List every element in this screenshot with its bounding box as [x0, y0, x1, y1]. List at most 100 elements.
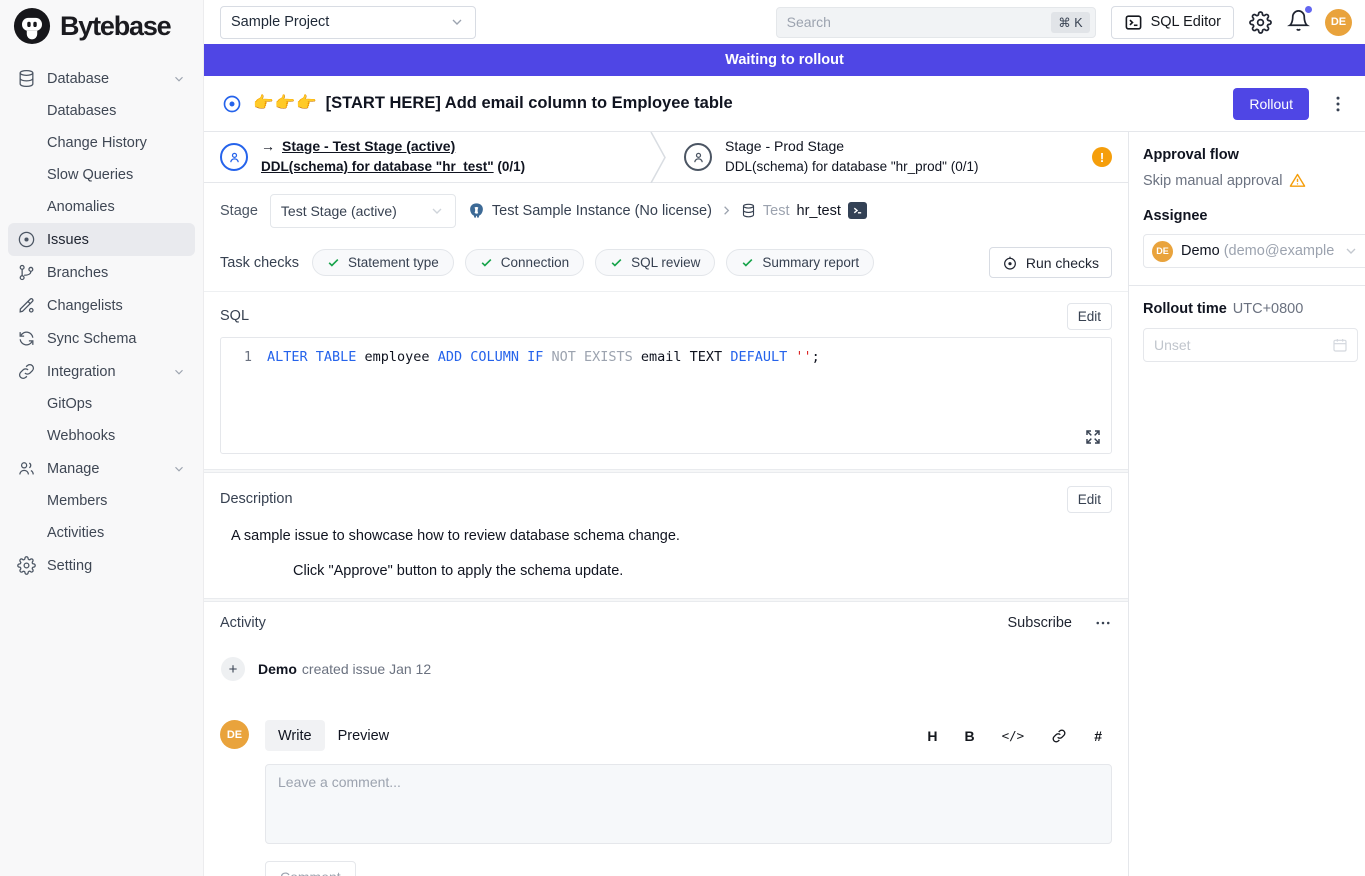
code-format-icon[interactable]: </>	[1002, 728, 1025, 743]
stage-dropdown[interactable]: Test Stage (active)	[270, 194, 456, 228]
hash-format-icon[interactable]: #	[1094, 728, 1102, 744]
rollout-button[interactable]: Rollout	[1233, 88, 1309, 120]
environment-label: Test	[763, 203, 790, 219]
sql-editor-button[interactable]: SQL Editor	[1111, 6, 1234, 39]
rollout-time-text: Rollout time	[1143, 301, 1227, 317]
sidebar-item-slow-queries[interactable]: Slow Queries	[8, 159, 195, 191]
comment-submit-button[interactable]: Comment	[265, 861, 356, 876]
person-icon	[684, 143, 712, 171]
comment-textarea[interactable]	[278, 774, 1099, 834]
warning-triangle-icon	[1289, 172, 1306, 189]
chevron-down-icon	[172, 462, 186, 476]
calendar-icon	[1332, 337, 1348, 353]
sidebar-item-label: Databases	[47, 103, 116, 119]
search-box[interactable]: ⌘ K	[776, 7, 1096, 38]
sidebar-item-database[interactable]: Database	[8, 62, 195, 95]
sync-icon	[17, 329, 36, 348]
assignee-email: (demo@example	[1224, 243, 1335, 259]
sidebar-item-activities[interactable]: Activities	[8, 517, 195, 549]
sidebar-nav: Database Databases Change History Slow Q…	[0, 52, 203, 582]
activity-author: Demo	[258, 661, 297, 677]
stage-separator	[650, 132, 668, 182]
sidebar-item-label: GitOps	[47, 396, 92, 412]
terminal-icon	[1124, 13, 1143, 32]
sql-edit-button[interactable]: Edit	[1067, 303, 1112, 330]
check-pill-connection[interactable]: Connection	[465, 249, 584, 276]
link-format-icon[interactable]	[1051, 728, 1067, 744]
sidebar-item-label: Anomalies	[47, 199, 115, 215]
sidebar-item-label: Issues	[47, 232, 89, 248]
sql-heading: SQL	[220, 308, 249, 324]
stage-select-bar: Stage Test Stage (active) Test Sample In…	[204, 183, 1128, 238]
run-checks-button[interactable]: Run checks	[989, 247, 1112, 278]
assignee-selector[interactable]: DE Demo (demo@example	[1143, 234, 1365, 268]
issue-header: 👉👉👉 [START HERE] Add email column to Emp…	[204, 76, 1365, 132]
assignee-avatar: DE	[1152, 241, 1173, 262]
tab-write[interactable]: Write	[265, 720, 325, 751]
approval-flow-value: Skip manual approval	[1143, 172, 1365, 189]
issue-status-icon	[222, 94, 242, 114]
assignee-label: Assignee	[1143, 208, 1365, 224]
user-avatar: DE	[220, 720, 249, 749]
sidebar-item-issues[interactable]: Issues	[8, 223, 195, 256]
description-edit-button[interactable]: Edit	[1067, 486, 1112, 513]
sidebar-item-branches[interactable]: Branches	[8, 256, 195, 289]
stage-card-prod[interactable]: Stage - Prod Stage DDL(schema) for datab…	[668, 132, 1128, 182]
stage-card-test[interactable]: → Stage - Test Stage (active) DDL(schema…	[204, 132, 650, 182]
heading-format-icon[interactable]: H	[927, 728, 937, 744]
sidebar-item-manage[interactable]: Manage	[8, 452, 195, 485]
sidebar-item-gitops[interactable]: GitOps	[8, 388, 195, 420]
comment-input-box	[265, 764, 1112, 844]
sidebar-item-databases[interactable]: Databases	[8, 95, 195, 127]
ellipsis-menu-icon[interactable]	[1094, 614, 1112, 632]
search-input[interactable]	[787, 14, 1052, 30]
subscribe-button[interactable]: Subscribe	[1008, 615, 1072, 631]
sidebar-item-setting[interactable]: Setting	[8, 549, 195, 582]
sidebar-item-anomalies[interactable]: Anomalies	[8, 191, 195, 223]
rollout-time-input[interactable]	[1143, 328, 1358, 362]
assignee-name: Demo	[1181, 243, 1220, 259]
topbar-actions: ⌘ K SQL Editor DE	[776, 6, 1352, 39]
check-pill-statement-type[interactable]: Statement type	[312, 249, 454, 276]
content-row: → Stage - Test Stage (active) DDL(schema…	[204, 132, 1365, 876]
sql-editor[interactable]: 1 ALTER TABLE employee ADD COLUMN IF NOT…	[220, 337, 1112, 454]
stage-dropdown-value: Test Stage (active)	[281, 203, 397, 219]
rollout-time-field[interactable]	[1154, 337, 1332, 353]
database-link[interactable]: hr_test	[797, 203, 841, 219]
stage-prod-count: (0/1)	[951, 159, 979, 174]
topbar: Sample Project ⌘ K SQL Editor	[204, 0, 1365, 44]
open-sql-editor-icon[interactable]	[848, 202, 867, 219]
expand-fullscreen-icon[interactable]	[1085, 429, 1101, 445]
notifications[interactable]	[1287, 9, 1310, 35]
content-main: → Stage - Test Stage (active) DDL(schema…	[204, 132, 1128, 876]
search-shortcut-badge: ⌘ K	[1051, 12, 1089, 33]
sidebar-item-change-history[interactable]: Change History	[8, 127, 195, 159]
check-icon	[480, 256, 493, 269]
bold-format-icon[interactable]: B	[965, 728, 975, 744]
kebab-menu-icon[interactable]	[1328, 94, 1348, 114]
sidebar-item-changelists[interactable]: Changelists	[8, 289, 195, 322]
status-banner: Waiting to rollout	[204, 44, 1365, 76]
bytebase-logo[interactable]: Bytebase	[0, 0, 203, 52]
sidebar-item-integration[interactable]: Integration	[8, 355, 195, 388]
attention-badge: !	[1092, 147, 1112, 167]
sidebar-item-label: Slow Queries	[47, 167, 133, 183]
brand-name: Bytebase	[60, 11, 170, 42]
settings-gear-icon[interactable]	[1249, 11, 1272, 34]
sidebar-item-label: Change History	[47, 135, 147, 151]
sidebar-item-sync-schema[interactable]: Sync Schema	[8, 322, 195, 355]
description-line-2: Click "Approve" button to apply the sche…	[293, 563, 1112, 579]
stage-strip: → Stage - Test Stage (active) DDL(schema…	[204, 132, 1128, 183]
check-pill-sql-review[interactable]: SQL review	[595, 249, 715, 276]
activity-section: Activity Subscribe + Democreated issue J…	[204, 602, 1128, 876]
stage-label: Stage	[220, 203, 258, 219]
tab-preview[interactable]: Preview	[325, 720, 403, 751]
sidebar-item-label: Integration	[47, 364, 116, 380]
check-pill-summary-report[interactable]: Summary report	[726, 249, 874, 276]
user-avatar[interactable]: DE	[1325, 9, 1352, 36]
instance-link[interactable]: Test Sample Instance (No license)	[492, 203, 712, 219]
sidebar-item-webhooks[interactable]: Webhooks	[8, 420, 195, 452]
project-selector[interactable]: Sample Project	[220, 6, 476, 39]
chevron-right-icon	[719, 203, 734, 218]
sidebar-item-members[interactable]: Members	[8, 485, 195, 517]
